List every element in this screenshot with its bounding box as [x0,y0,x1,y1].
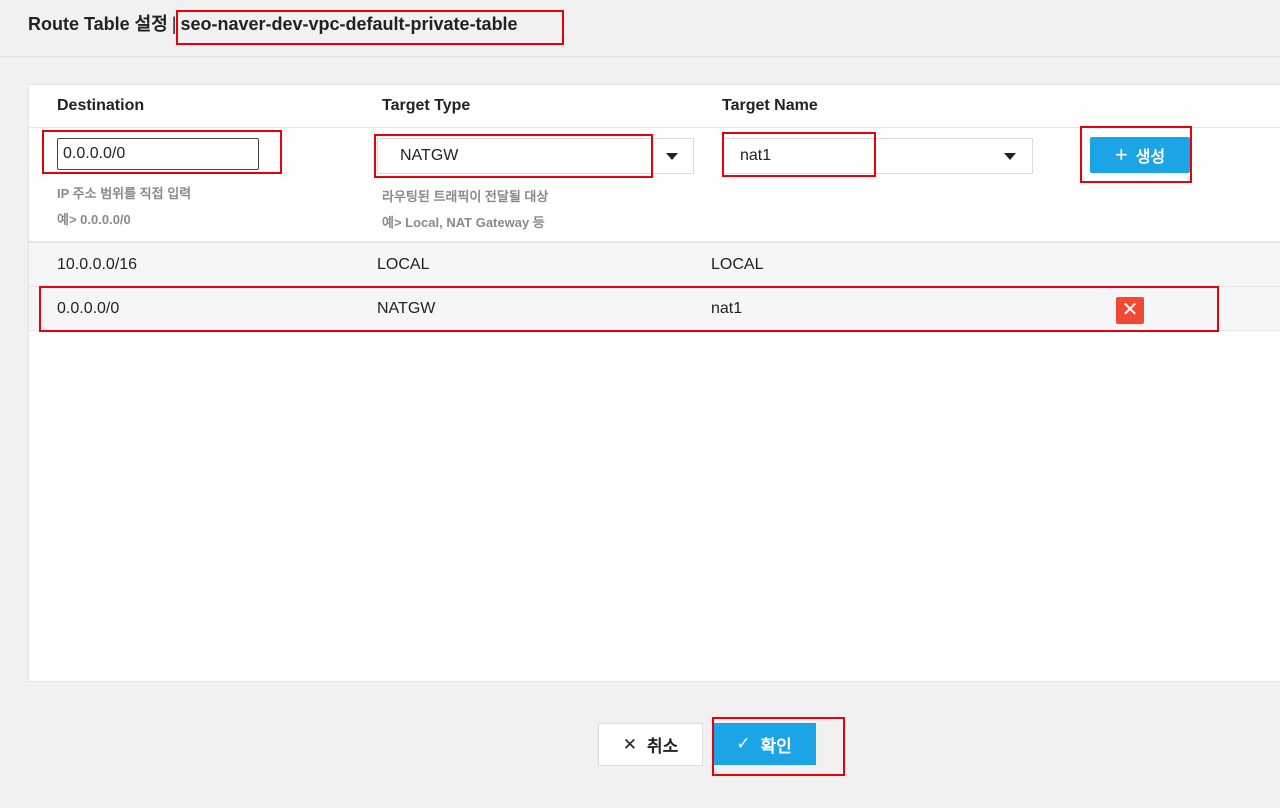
create-button-label: 생성 [1135,149,1166,166]
route-target-type: NATGW [377,300,436,317]
page-title: Route Table 설정 | seo-naver-dev-vpc-default… [28,10,564,45]
table-row: 10.0.0.0/16 LOCAL LOCAL [29,243,1280,287]
target-name-value: nat1 [740,147,772,164]
target-type-select[interactable]: NATGW [377,138,694,174]
target-type-example: 예> Local, NAT Gateway 등 [382,215,545,230]
cancel-button[interactable]: ✕ 취소 [598,723,703,766]
confirm-button-label: 확인 [760,736,792,756]
caret-down-icon [1004,153,1016,160]
create-route-button[interactable]: + 생성 [1090,137,1190,173]
delete-route-button[interactable]: ✕ [1116,297,1144,324]
cancel-button-label: 취소 [646,737,679,756]
table-row: 0.0.0.0/0 NATGW nat1 ✕ [29,287,1280,331]
target-name-select[interactable]: nat1 [722,138,1033,174]
target-type-hint: 라우팅된 트래픽이 전달될 대상 [382,189,549,204]
column-header-destination: Destination [57,97,145,114]
route-table-panel: Destination Target Type Target Name 0.0.… [28,84,1280,682]
route-destination: 0.0.0.0/0 [57,300,120,317]
column-header-target-type: Target Type [382,97,471,114]
route-target-name: LOCAL [711,256,764,273]
table-header: Destination Target Type Target Name [29,85,1280,128]
check-icon: ✓ [736,734,751,753]
page-title-label: Route Table 설정 [28,14,168,34]
confirm-button[interactable]: ✓ 확인 [712,723,816,765]
route-target-type: LOCAL [377,256,430,273]
add-route-form: 0.0.0.0/0 IP 주소 범위를 직접 입력 예> 0.0.0.0/0 N… [29,128,1280,243]
route-table-name: seo-naver-dev-vpc-default-private-table [176,10,564,45]
route-destination: 10.0.0.0/16 [57,256,138,273]
close-icon: ✕ [1121,299,1139,321]
plus-icon: + [1114,142,1128,167]
target-type-value: NATGW [400,147,459,164]
title-bar: Route Table 설정 | seo-naver-dev-vpc-default… [0,0,1280,57]
destination-hint: IP 주소 범위를 직접 입력 [57,186,192,201]
destination-example: 예> 0.0.0.0/0 [57,212,131,227]
route-target-name: nat1 [711,300,743,317]
close-icon: ✕ [622,734,637,754]
destination-input[interactable]: 0.0.0.0/0 [57,138,259,170]
caret-down-icon [666,153,678,160]
column-header-target-name: Target Name [722,97,818,114]
